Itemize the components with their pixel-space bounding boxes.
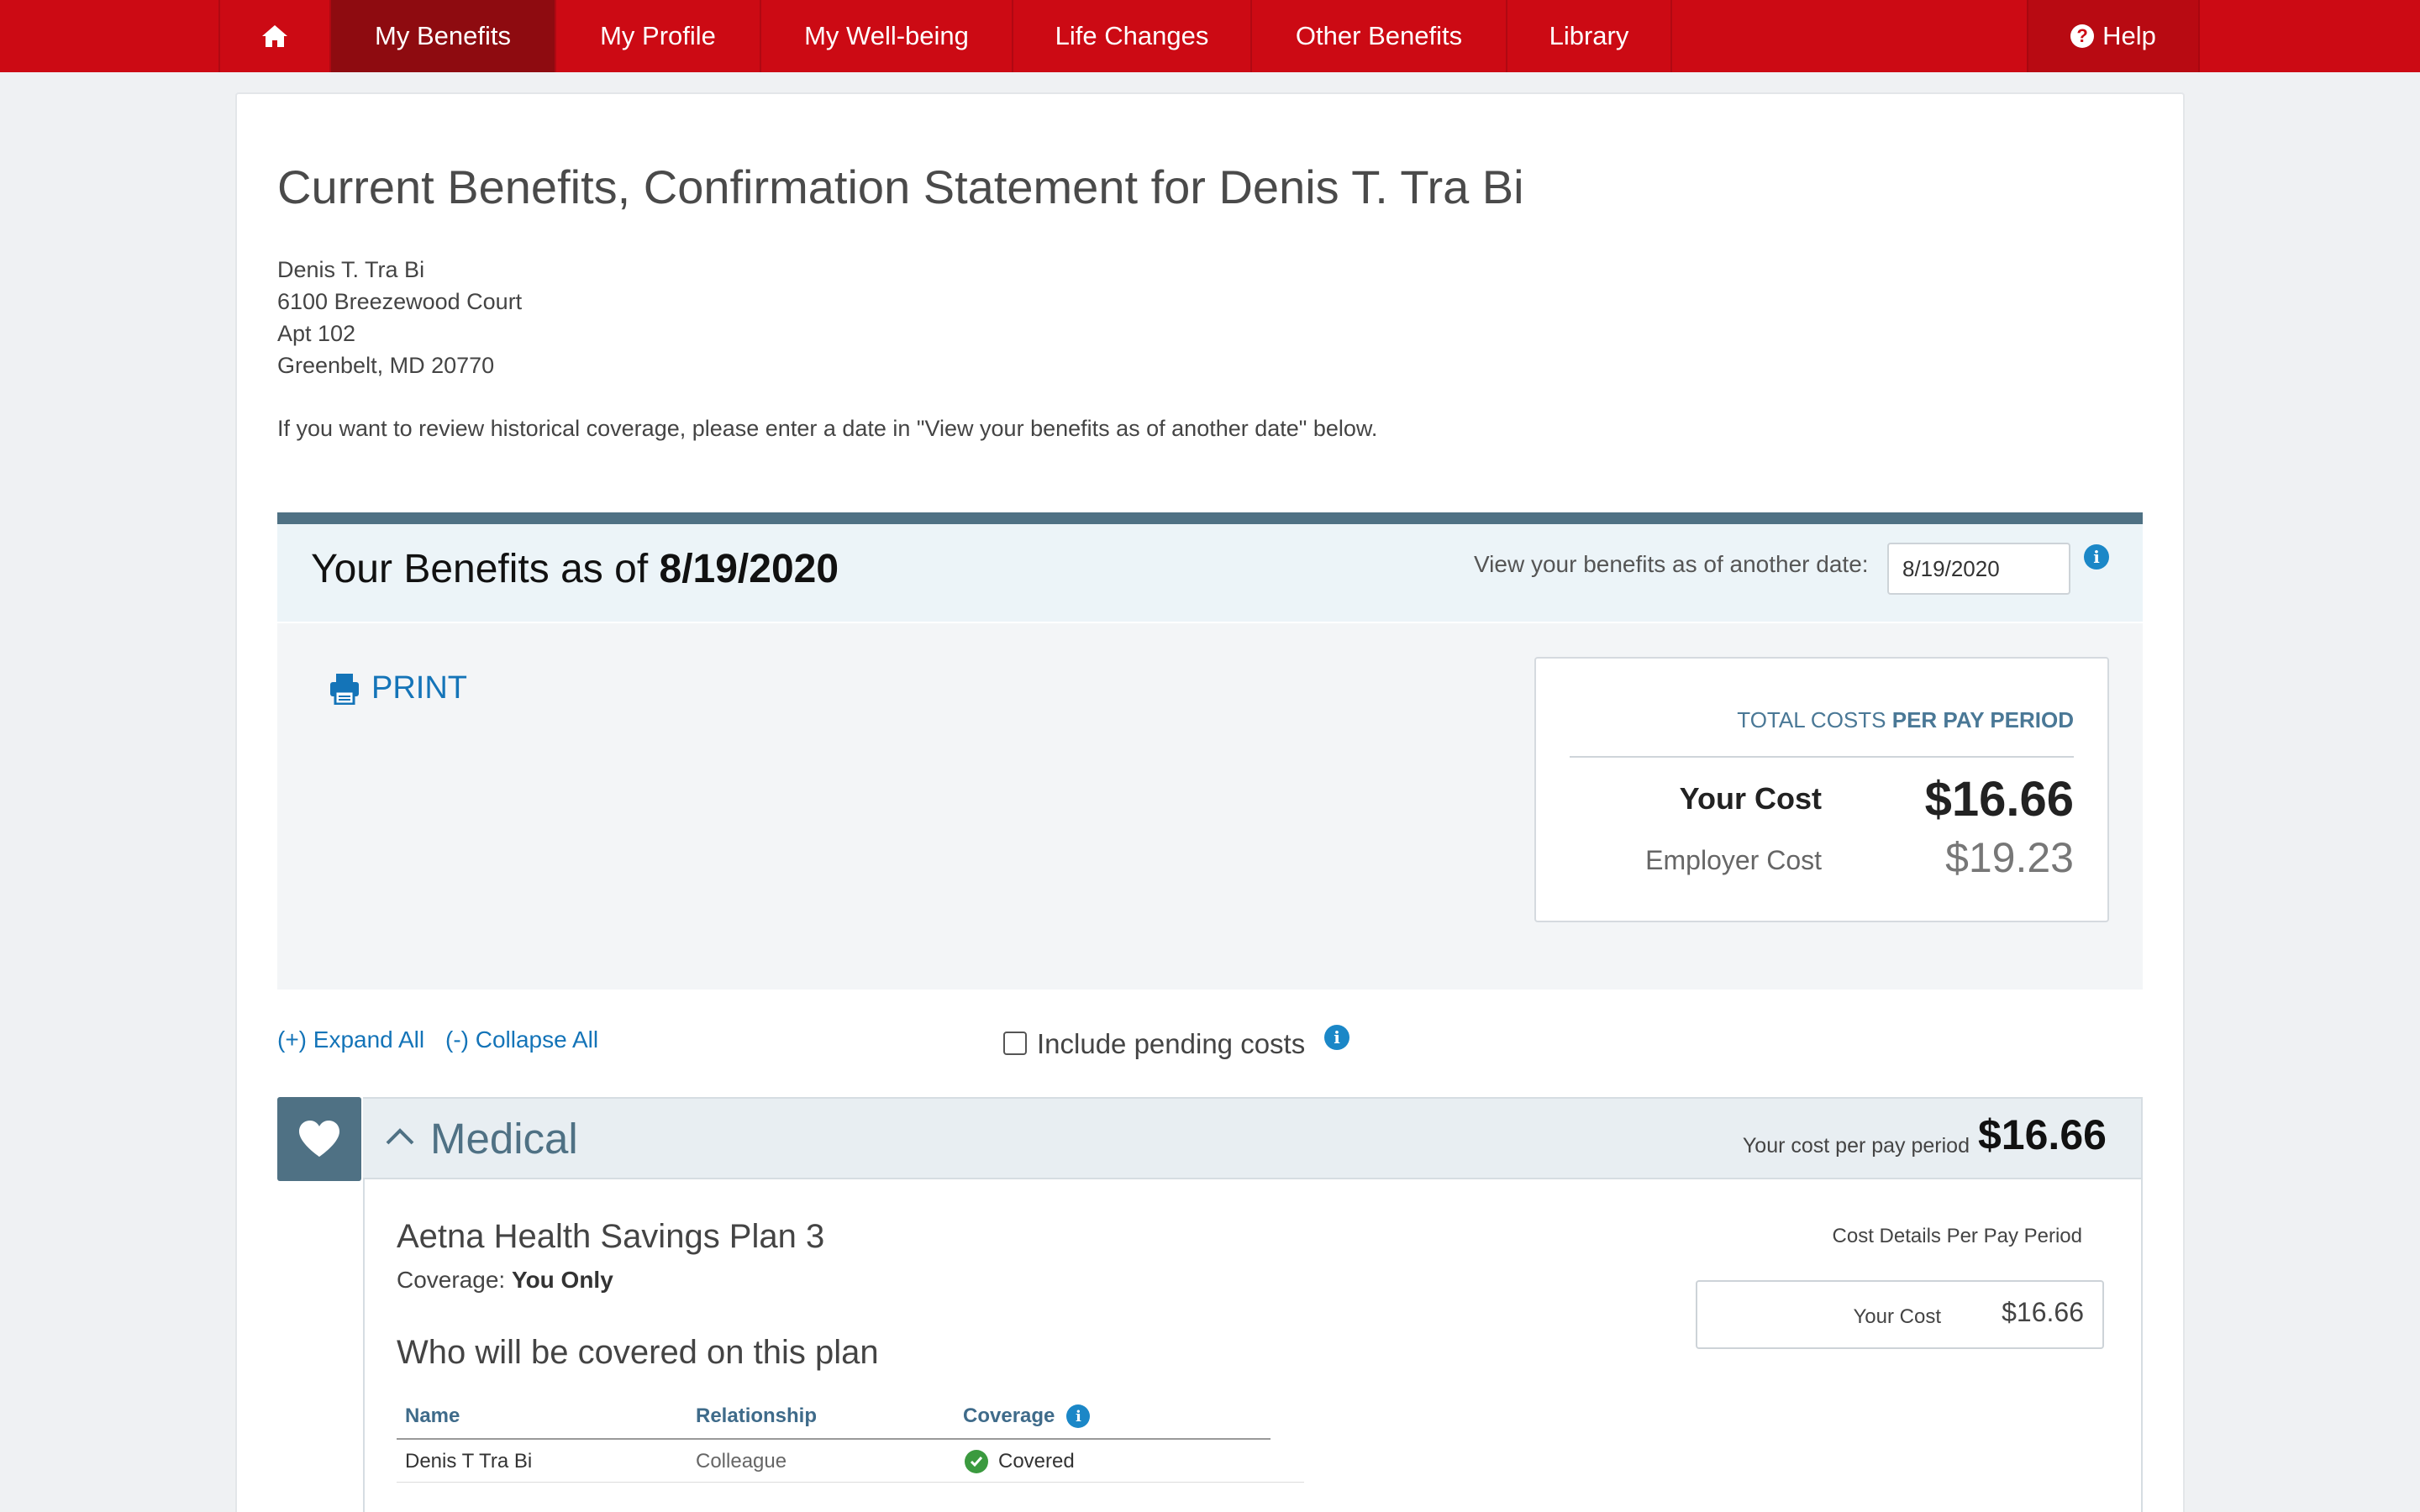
total-costs-heading: TOTAL COSTS PER PAY PERIOD xyxy=(1737,707,2074,732)
your-cost-value: $16.66 xyxy=(1924,772,2074,827)
home-icon xyxy=(262,25,287,47)
address-apt: Apt 102 xyxy=(277,321,356,346)
nav-my-profile[interactable]: My Profile xyxy=(555,0,760,72)
help-button[interactable]: ? Help xyxy=(2027,0,2200,72)
other-date-label: View your benefits as of another date: xyxy=(1474,551,1869,577)
benefits-date: 8/19/2020 xyxy=(659,547,839,591)
table-cell-name: Denis T Tra Bi xyxy=(405,1450,533,1473)
page-title: Current Benefits, Confirmation Statement… xyxy=(277,160,1524,213)
nav-my-well-being[interactable]: My Well-being xyxy=(760,0,1012,72)
other-date-input[interactable] xyxy=(1887,543,2070,595)
table-header-name: Name xyxy=(405,1404,460,1427)
print-label: PRINT xyxy=(371,670,467,706)
heart-icon xyxy=(299,1121,339,1157)
info-icon[interactable]: i xyxy=(2084,544,2109,570)
table-row-divider xyxy=(397,1482,1304,1483)
nav-my-benefits[interactable]: My Benefits xyxy=(329,0,555,72)
cost-details-your-cost-label: Your Cost xyxy=(1853,1305,1941,1328)
historical-hint: If you want to review historical coverag… xyxy=(277,416,1378,441)
table-header-divider xyxy=(397,1438,1270,1440)
expand-all-link[interactable]: (+) Expand All xyxy=(277,1026,424,1053)
plan-name: Aetna Health Savings Plan 3 xyxy=(397,1218,825,1255)
check-circle-icon xyxy=(965,1450,988,1473)
divider xyxy=(1570,756,2074,758)
table-header-relationship: Relationship xyxy=(696,1404,818,1427)
chevron-up-icon[interactable] xyxy=(385,1126,415,1146)
address-city: Greenbelt, MD 20770 xyxy=(277,353,495,378)
top-nav: My Benefits My Profile My Well-being Lif… xyxy=(0,0,2420,72)
print-button[interactable]: PRINT xyxy=(329,670,467,706)
printer-icon xyxy=(330,673,359,705)
nav-library[interactable]: Library xyxy=(1506,0,1672,72)
info-icon[interactable]: i xyxy=(1066,1404,1091,1428)
table-cell-coverage: Covered xyxy=(965,1450,1075,1473)
address-street: 6100 Breezewood Court xyxy=(277,289,523,314)
employer-cost-value: $19.23 xyxy=(1945,834,2074,881)
collapse-all-link[interactable]: (-) Collapse All xyxy=(445,1026,598,1053)
benefits-header-bar xyxy=(277,512,2143,524)
employer-cost-label: Employer Cost xyxy=(1645,845,1822,875)
home-button[interactable] xyxy=(218,0,329,72)
benefits-title: Your Benefits as of 8/19/2020 xyxy=(311,547,839,591)
help-label: Help xyxy=(2102,21,2156,50)
info-icon[interactable]: i xyxy=(1324,1025,1349,1050)
plan-coverage: Coverage: You Only xyxy=(397,1267,613,1293)
nav-other-benefits[interactable]: Other Benefits xyxy=(1250,0,1506,72)
help-icon: ? xyxy=(2070,24,2095,48)
table-header-coverage: Coverage i xyxy=(963,1404,1091,1428)
covered-people-heading: Who will be covered on this plan xyxy=(397,1334,879,1371)
medical-cost-label: Your cost per pay period xyxy=(1742,1134,1970,1158)
nav-life-changes[interactable]: Life Changes xyxy=(1012,0,1250,72)
plan-coverage-value: You Only xyxy=(511,1267,613,1293)
include-pending-checkbox[interactable] xyxy=(1003,1032,1027,1055)
include-pending-label[interactable]: Include pending costs xyxy=(1037,1028,1305,1060)
medical-cost-value: $16.66 xyxy=(1978,1111,2107,1158)
table-cell-relationship: Colleague xyxy=(696,1450,787,1473)
medical-title[interactable]: Medical xyxy=(430,1114,578,1163)
medical-icon-box xyxy=(277,1097,361,1181)
address-name: Denis T. Tra Bi xyxy=(277,257,425,282)
your-cost-label: Your Cost xyxy=(1679,781,1822,816)
cost-details-your-cost-value: $16.66 xyxy=(2002,1297,2084,1327)
cost-details-label: Cost Details Per Pay Period xyxy=(1832,1225,2082,1247)
